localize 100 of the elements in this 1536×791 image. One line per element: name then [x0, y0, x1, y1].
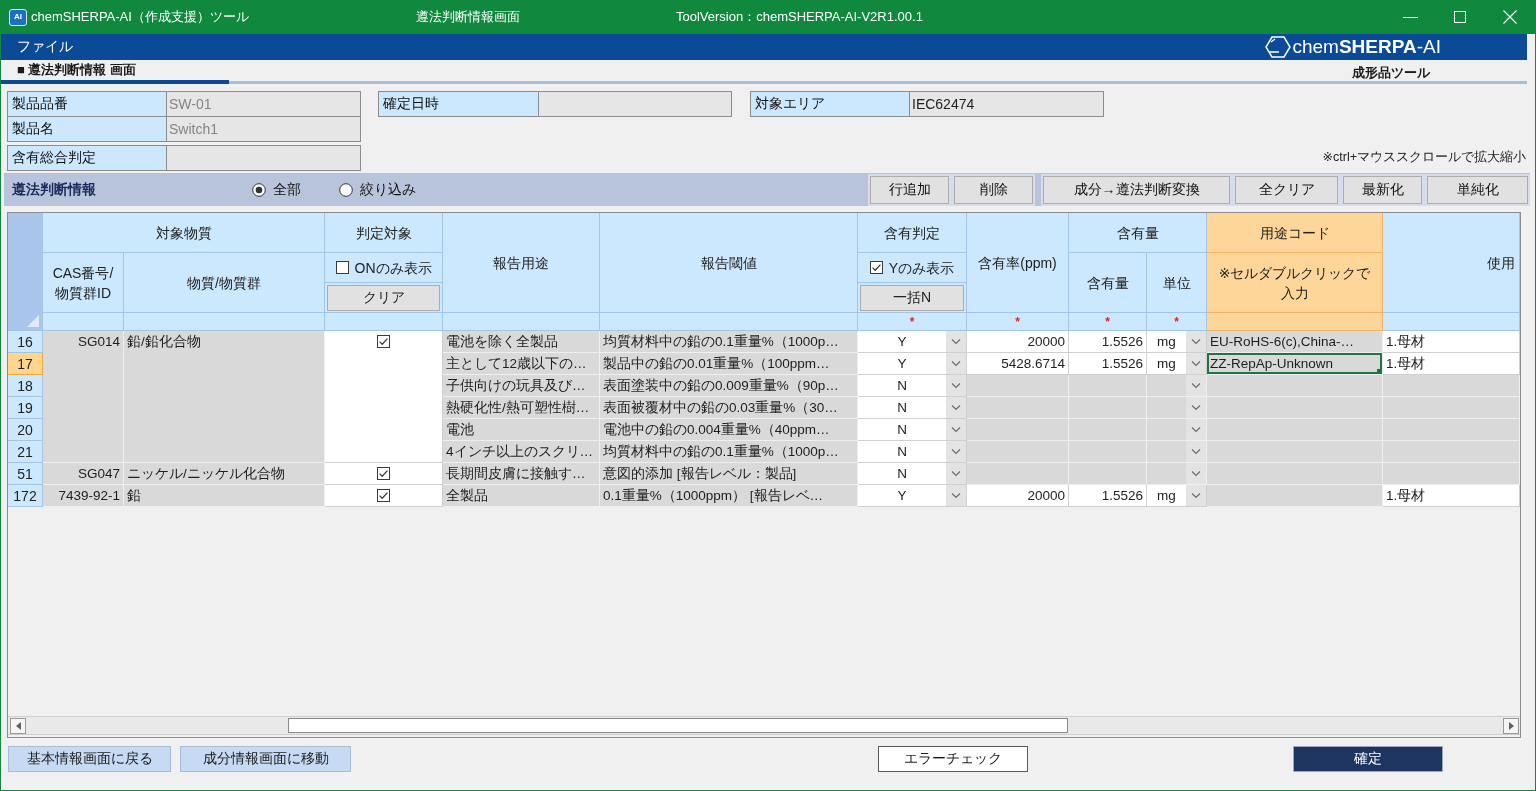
judgement-dropdown[interactable]: Y [858, 353, 967, 375]
table-cell: 20000 [967, 485, 1069, 507]
field-label: 対象エリア [751, 92, 910, 116]
column-header: 報告用途 [443, 213, 600, 313]
chevron-down-icon [1186, 419, 1206, 440]
footer-button[interactable]: 成分情報画面に移動 [180, 746, 351, 772]
row-header[interactable]: 21 [8, 441, 43, 463]
row-header[interactable]: 16 [8, 331, 43, 353]
unit-dropdown[interactable] [1147, 375, 1207, 397]
checkbox[interactable] [377, 335, 390, 348]
column-header: 使用 [1383, 213, 1520, 313]
table-cell: 1.5526 [1069, 353, 1147, 375]
table-cell: 鉛/鉛化合物 [124, 331, 325, 463]
code-cell[interactable]: ZZ-RepAp-Unknown [1207, 353, 1383, 375]
caret-right-icon [1508, 721, 1514, 730]
toolbar-button[interactable]: 単純化 [1427, 175, 1528, 204]
table-cell: 全製品 [443, 485, 600, 507]
table-cell: 主として12歳以下の… [443, 353, 600, 375]
table-cell: ニッケル/ニッケル化合物 [124, 463, 325, 485]
judgement-dropdown[interactable]: Y [858, 485, 967, 507]
table-cell: 5428.6714 [967, 353, 1069, 375]
chevron-down-icon [1186, 441, 1206, 462]
row-header[interactable]: 17 [8, 353, 43, 375]
chevron-down-icon [946, 353, 966, 374]
toolbar-title: 遵法判断情報 [11, 180, 97, 199]
grid-corner[interactable] [8, 213, 43, 331]
chevron-down-icon [1186, 485, 1206, 506]
checkbox[interactable] [377, 467, 390, 480]
judgement-dropdown[interactable]: N [858, 463, 967, 485]
zoom-hint: ※ctrl+マウススクロールで拡大縮小 [1322, 149, 1526, 166]
toolbar-button[interactable]: 削除 [954, 175, 1033, 204]
column-header: CAS番号/物質群ID [43, 253, 124, 313]
code-cell[interactable] [1207, 375, 1383, 397]
table-cell: 均質材料中の鉛の0.1重量%（1000p… [600, 441, 858, 463]
radio-button[interactable] [252, 182, 266, 197]
clear-button[interactable]: クリア [327, 285, 440, 311]
field-label: 製品品番 [8, 92, 167, 116]
column-header: 含有量 [1069, 213, 1207, 253]
row-header[interactable]: 20 [8, 419, 43, 441]
chevron-down-icon [1186, 375, 1206, 396]
unit-dropdown[interactable] [1147, 441, 1207, 463]
table-cell: 鉛 [124, 485, 325, 507]
scrollbar-thumb[interactable] [288, 718, 1068, 733]
unit-dropdown[interactable]: mg [1147, 331, 1207, 353]
judgement-dropdown[interactable]: N [858, 375, 967, 397]
scroll-left-button[interactable] [10, 717, 26, 734]
scroll-right-button[interactable] [1503, 717, 1519, 734]
table-cell: 表面被覆材中の鉛の0.03重量%（30… [600, 397, 858, 419]
code-cell[interactable] [1207, 463, 1383, 485]
tool-subtitle: 成形品ツール [1352, 64, 1430, 82]
minimize-icon [1402, 16, 1418, 18]
chevron-down-icon [1186, 397, 1206, 418]
set-all-n-button[interactable]: 一括N [860, 285, 964, 311]
judgement-dropdown[interactable]: N [858, 441, 967, 463]
table-cell: 4インチ以上のスクリ… [443, 441, 600, 463]
code-cell[interactable]: EU-RoHS-6(c),China-… [1207, 331, 1383, 353]
checkbox-label[interactable]: Yのみ表示 [888, 257, 955, 278]
radio-label[interactable]: 全部 [273, 180, 301, 199]
chevron-down-icon [946, 375, 966, 396]
required-mark: * [1105, 315, 1110, 328]
judgement-dropdown[interactable]: N [858, 397, 967, 419]
row-header[interactable]: 19 [8, 397, 43, 419]
radio-button[interactable] [339, 182, 353, 197]
code-cell[interactable] [1207, 485, 1383, 507]
unit-dropdown[interactable] [1147, 463, 1207, 485]
unit-dropdown[interactable]: mg [1147, 485, 1207, 507]
footer-button[interactable]: 基本情報画面に戻る [8, 746, 171, 772]
app-logo: AI [9, 8, 27, 26]
judgement-dropdown[interactable]: Y [858, 331, 967, 353]
toolbar-button[interactable]: 最新化 [1343, 175, 1422, 204]
scrollbar-track[interactable] [8, 716, 1520, 735]
selection-handle-icon[interactable] [1377, 369, 1382, 374]
checkbox[interactable] [335, 261, 349, 274]
judgement-dropdown[interactable]: N [858, 419, 967, 441]
column-header: 含有量 [1069, 253, 1147, 313]
hexagon-icon [1265, 36, 1292, 58]
required-mark: * [1174, 315, 1179, 328]
footer-button[interactable]: エラーチェック [878, 746, 1028, 772]
table-cell: 20000 [967, 331, 1069, 353]
unit-dropdown[interactable] [1147, 397, 1207, 419]
table-cell: 熱硬化性/熱可塑性樹… [443, 397, 600, 419]
toolbar-button[interactable]: 行追加 [870, 175, 949, 204]
checkbox[interactable] [377, 489, 390, 502]
checkbox-label[interactable]: ONのみ表示 [354, 257, 432, 278]
row-header[interactable]: 51 [8, 463, 43, 485]
triangle-icon [27, 315, 39, 327]
menu-item[interactable]: ファイル [17, 38, 73, 56]
required-mark: * [909, 315, 915, 328]
checkbox[interactable] [869, 261, 883, 274]
table-cell: 0.1重量%（1000ppm） [報告レベ… [600, 485, 858, 507]
radio-label[interactable]: 絞り込み [360, 180, 416, 199]
row-header[interactable]: 18 [8, 375, 43, 397]
footer-button[interactable]: 確定 [1293, 746, 1443, 772]
chevron-down-icon [946, 419, 966, 440]
logo-text: chemSHERPA-AI [1292, 36, 1441, 58]
unit-dropdown[interactable] [1147, 419, 1207, 441]
row-header[interactable]: 172 [8, 485, 43, 507]
toolbar-button[interactable]: 成分→遵法判断変換 [1043, 175, 1230, 204]
toolbar-button[interactable]: 全クリア [1235, 175, 1338, 204]
unit-dropdown[interactable]: mg [1147, 353, 1207, 375]
